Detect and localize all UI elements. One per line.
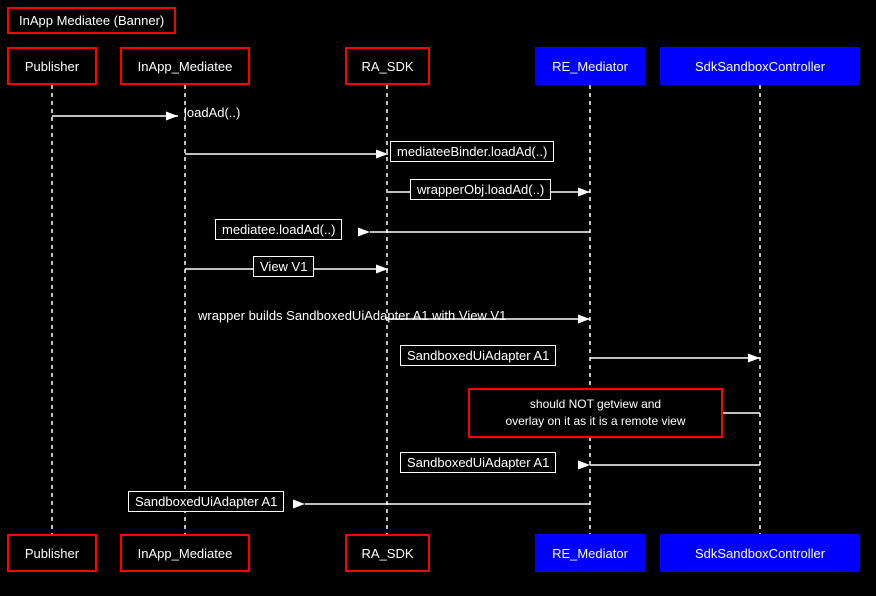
sandboxedAdapter1-label: SandboxedUiAdapter A1 bbox=[400, 345, 556, 366]
ra-sdk-top: RA_SDK bbox=[345, 47, 430, 85]
mediateeBinder-label: mediateeBinder.loadAd(..) bbox=[390, 141, 554, 162]
loadAd-label: loadAd(..) bbox=[178, 103, 246, 122]
re-mediator-bot: RE_Mediator bbox=[535, 534, 645, 572]
sandboxedAdapter2-label: SandboxedUiAdapter A1 bbox=[400, 452, 556, 473]
mediateeLoadAd-label: mediatee.loadAd(..) bbox=[215, 219, 342, 240]
sandboxedAdapter3-label: SandboxedUiAdapter A1 bbox=[128, 491, 284, 512]
wrapperBuilds-label: wrapper builds SandboxedUiAdapter A1 wit… bbox=[192, 306, 512, 325]
inapp-mediatee-bot: InApp_Mediatee bbox=[120, 534, 250, 572]
re-mediator-top: RE_Mediator bbox=[535, 47, 645, 85]
viewV1-label: View V1 bbox=[253, 256, 314, 277]
sdk-sandbox-top: SdkSandboxController bbox=[660, 47, 860, 85]
inapp-mediatee-top: InApp_Mediatee bbox=[120, 47, 250, 85]
ra-sdk-bot: RA_SDK bbox=[345, 534, 430, 572]
publisher-top: Publisher bbox=[7, 47, 97, 85]
diagram-title: InApp Mediatee (Banner) bbox=[7, 7, 176, 34]
wrapperObj-label: wrapperObj.loadAd(..) bbox=[410, 179, 551, 200]
warning-box: should NOT getview and overlay on it as … bbox=[468, 388, 723, 438]
publisher-bot: Publisher bbox=[7, 534, 97, 572]
sdk-sandbox-bot: SdkSandboxController bbox=[660, 534, 860, 572]
